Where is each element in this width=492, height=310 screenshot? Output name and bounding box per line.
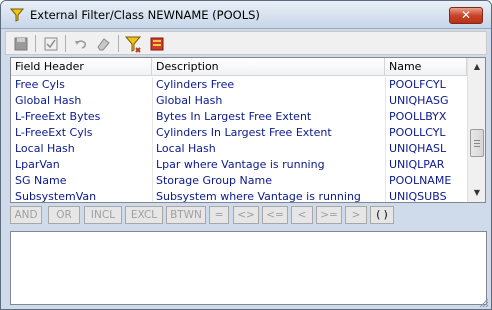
field-header-cell: L-FreeExt Bytes	[15, 110, 101, 123]
field-header-cell: Free Cyls	[15, 78, 65, 91]
name-cell: UNIQHASG	[389, 94, 449, 107]
filter-funnel-icon	[10, 8, 24, 22]
operator-parentheses-button[interactable]: ( )	[370, 206, 394, 224]
table-row[interactable]: Local Hash Local Hash UNIQHASL	[11, 141, 467, 157]
scroll-up-icon[interactable]: ▲	[469, 59, 485, 75]
table-row[interactable]: L-FreeExt Cyls Cylinders In Largest Free…	[11, 125, 467, 141]
resize-grip-icon[interactable]	[479, 298, 489, 308]
title-bar[interactable]: External Filter/Class NEWNAME (POOLS) ✕	[1, 1, 491, 29]
field-header-cell: LparVan	[15, 158, 60, 171]
column-header-name[interactable]: Name	[385, 58, 467, 76]
description-cell: Local Hash	[156, 142, 216, 155]
toolbar-separator	[35, 35, 36, 52]
description-cell: Cylinders Free	[156, 78, 235, 91]
name-cell: UNIQSUBS	[389, 190, 447, 203]
description-cell: Bytes In Largest Free Extent	[156, 110, 312, 123]
table-row[interactable]: L-FreeExt Bytes Bytes In Largest Free Ex…	[11, 109, 467, 125]
description-cell: Cylinders In Largest Free Extent	[156, 126, 332, 139]
operator-not-equal-button[interactable]: <>	[233, 206, 259, 224]
save-icon[interactable]	[12, 35, 30, 53]
name-cell: POOLLBYX	[389, 110, 447, 123]
eraser-icon[interactable]	[94, 35, 112, 53]
filter-icon[interactable]	[124, 35, 142, 53]
name-cell: POOLLCYL	[389, 126, 446, 139]
operator-bar: AND OR INCL EXCL BTWN = <> <= < >= > ( )	[10, 206, 486, 224]
operator-and-button[interactable]: AND	[10, 206, 42, 224]
column-header-field[interactable]: Field Header	[11, 58, 152, 76]
table-row[interactable]: LparVan Lpar where Vantage is running UN…	[11, 157, 467, 173]
name-cell: POOLNAME	[389, 174, 452, 187]
grip-line	[474, 143, 480, 144]
operator-greater-equal-button[interactable]: >=	[316, 206, 342, 224]
description-cell: Global Hash	[156, 94, 223, 107]
close-button[interactable]: ✕	[449, 7, 483, 24]
grip-line	[474, 146, 480, 147]
operator-greater-button[interactable]: >	[345, 206, 367, 224]
undo-icon[interactable]	[72, 35, 90, 53]
filter-window: External Filter/Class NEWNAME (POOLS) ✕	[0, 0, 492, 310]
field-header-cell: SG Name	[15, 174, 67, 187]
field-header-cell: Global Hash	[15, 94, 82, 107]
field-header-cell: SubsystemVan	[15, 190, 97, 203]
description-cell: Storage Group Name	[156, 174, 272, 187]
toolbar-separator	[65, 35, 66, 52]
table-row[interactable]: Free Cyls Cylinders Free POOLFCYL	[11, 77, 467, 93]
description-cell: Subsystem where Vantage is running	[156, 190, 361, 203]
book-icon[interactable]	[148, 35, 166, 53]
filter-expression-field[interactable]	[10, 231, 487, 305]
name-cell: UNIQHASL	[389, 142, 447, 155]
name-cell: POOLFCYL	[389, 78, 446, 91]
field-header-cell: L-FreeExt Cyls	[15, 126, 93, 139]
check-filter-icon[interactable]	[42, 35, 60, 53]
window-title: External Filter/Class NEWNAME (POOLS)	[30, 8, 260, 22]
operator-equal-button[interactable]: =	[209, 206, 229, 224]
column-header-description[interactable]: Description	[152, 58, 385, 76]
operator-incl-button[interactable]: INCL	[84, 206, 122, 224]
table-row[interactable]: SubsystemVan Subsystem where Vantage is …	[11, 189, 467, 203]
grid-rows: Free Cyls Cylinders Free POOLFCYL Global…	[11, 77, 467, 203]
grip-line	[474, 140, 480, 141]
scroll-thumb[interactable]	[470, 129, 484, 157]
operator-excl-button[interactable]: EXCL	[125, 206, 163, 224]
field-header-cell: Local Hash	[15, 142, 75, 155]
operator-less-button[interactable]: <	[291, 206, 313, 224]
operator-less-equal-button[interactable]: <=	[262, 206, 288, 224]
toolbar-separator	[118, 35, 119, 52]
table-row[interactable]: Global Hash Global Hash UNIQHASG	[11, 93, 467, 109]
grid-header: Field Header Description Name	[11, 58, 467, 76]
scroll-down-icon[interactable]: ▼	[469, 185, 485, 201]
vertical-scrollbar[interactable]: ▲ ▼	[467, 58, 485, 202]
toolbar	[5, 31, 487, 55]
description-cell: Lpar where Vantage is running	[156, 158, 325, 171]
operator-or-button[interactable]: OR	[48, 206, 80, 224]
name-cell: UNIQLPAR	[389, 158, 445, 171]
field-list-grid[interactable]: Field Header Description Name Free Cyls …	[10, 57, 486, 203]
table-row[interactable]: SG Name Storage Group Name POOLNAME	[11, 173, 467, 189]
operator-btwn-button[interactable]: BTWN	[166, 206, 206, 224]
